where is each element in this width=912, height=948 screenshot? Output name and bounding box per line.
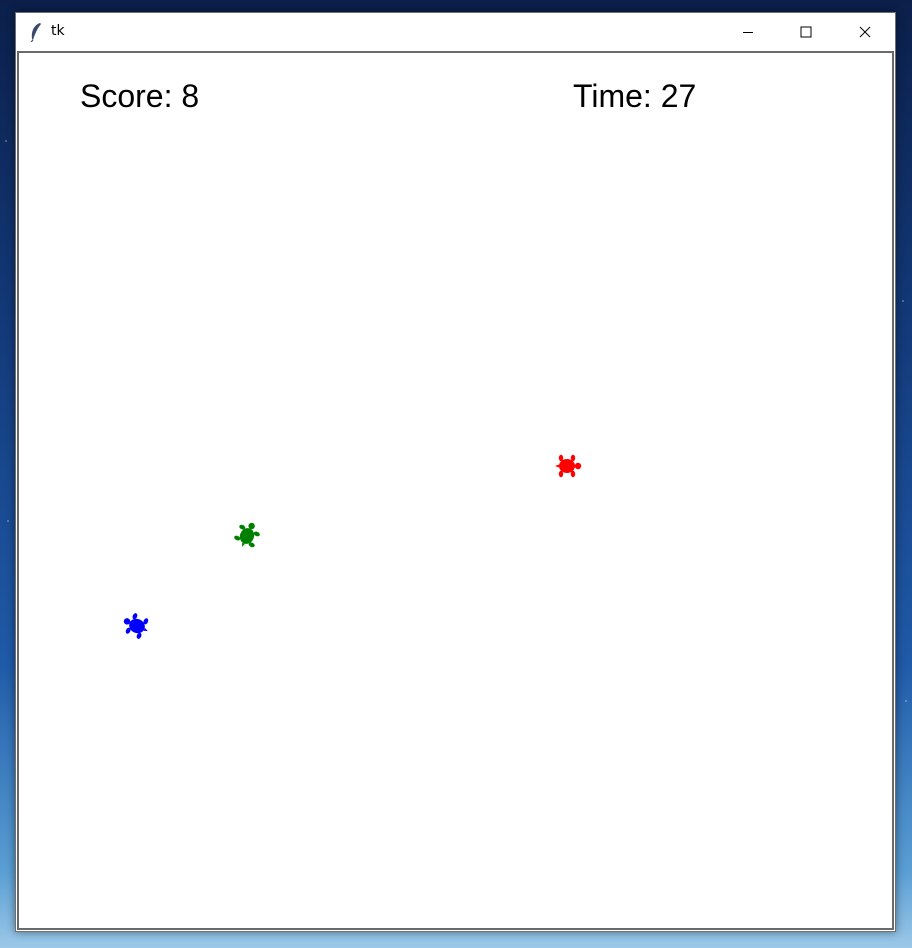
window-title: tk bbox=[51, 23, 65, 39]
minimize-button[interactable] bbox=[719, 13, 777, 51]
close-button[interactable] bbox=[836, 13, 894, 51]
maximize-button[interactable] bbox=[777, 13, 835, 51]
title-bar[interactable]: tk bbox=[16, 13, 895, 51]
desktop-speck bbox=[7, 520, 9, 522]
score-display: Score: 8 bbox=[80, 78, 200, 114]
red-turtle[interactable] bbox=[550, 449, 584, 483]
feather-icon bbox=[30, 23, 41, 42]
desktop-speck bbox=[905, 700, 907, 702]
desktop-speck bbox=[5, 140, 7, 142]
maximize-icon bbox=[800, 26, 812, 38]
time-display: Time: 27 bbox=[573, 78, 697, 114]
app-window: tk Score: 8 Time: 27 bbox=[15, 12, 896, 932]
close-icon bbox=[859, 26, 871, 38]
green-turtle[interactable] bbox=[230, 519, 264, 553]
blue-turtle[interactable] bbox=[120, 609, 154, 643]
minimize-icon bbox=[743, 32, 753, 33]
game-canvas[interactable]: Score: 8 Time: 27 bbox=[17, 51, 894, 930]
desktop-speck bbox=[902, 300, 904, 302]
